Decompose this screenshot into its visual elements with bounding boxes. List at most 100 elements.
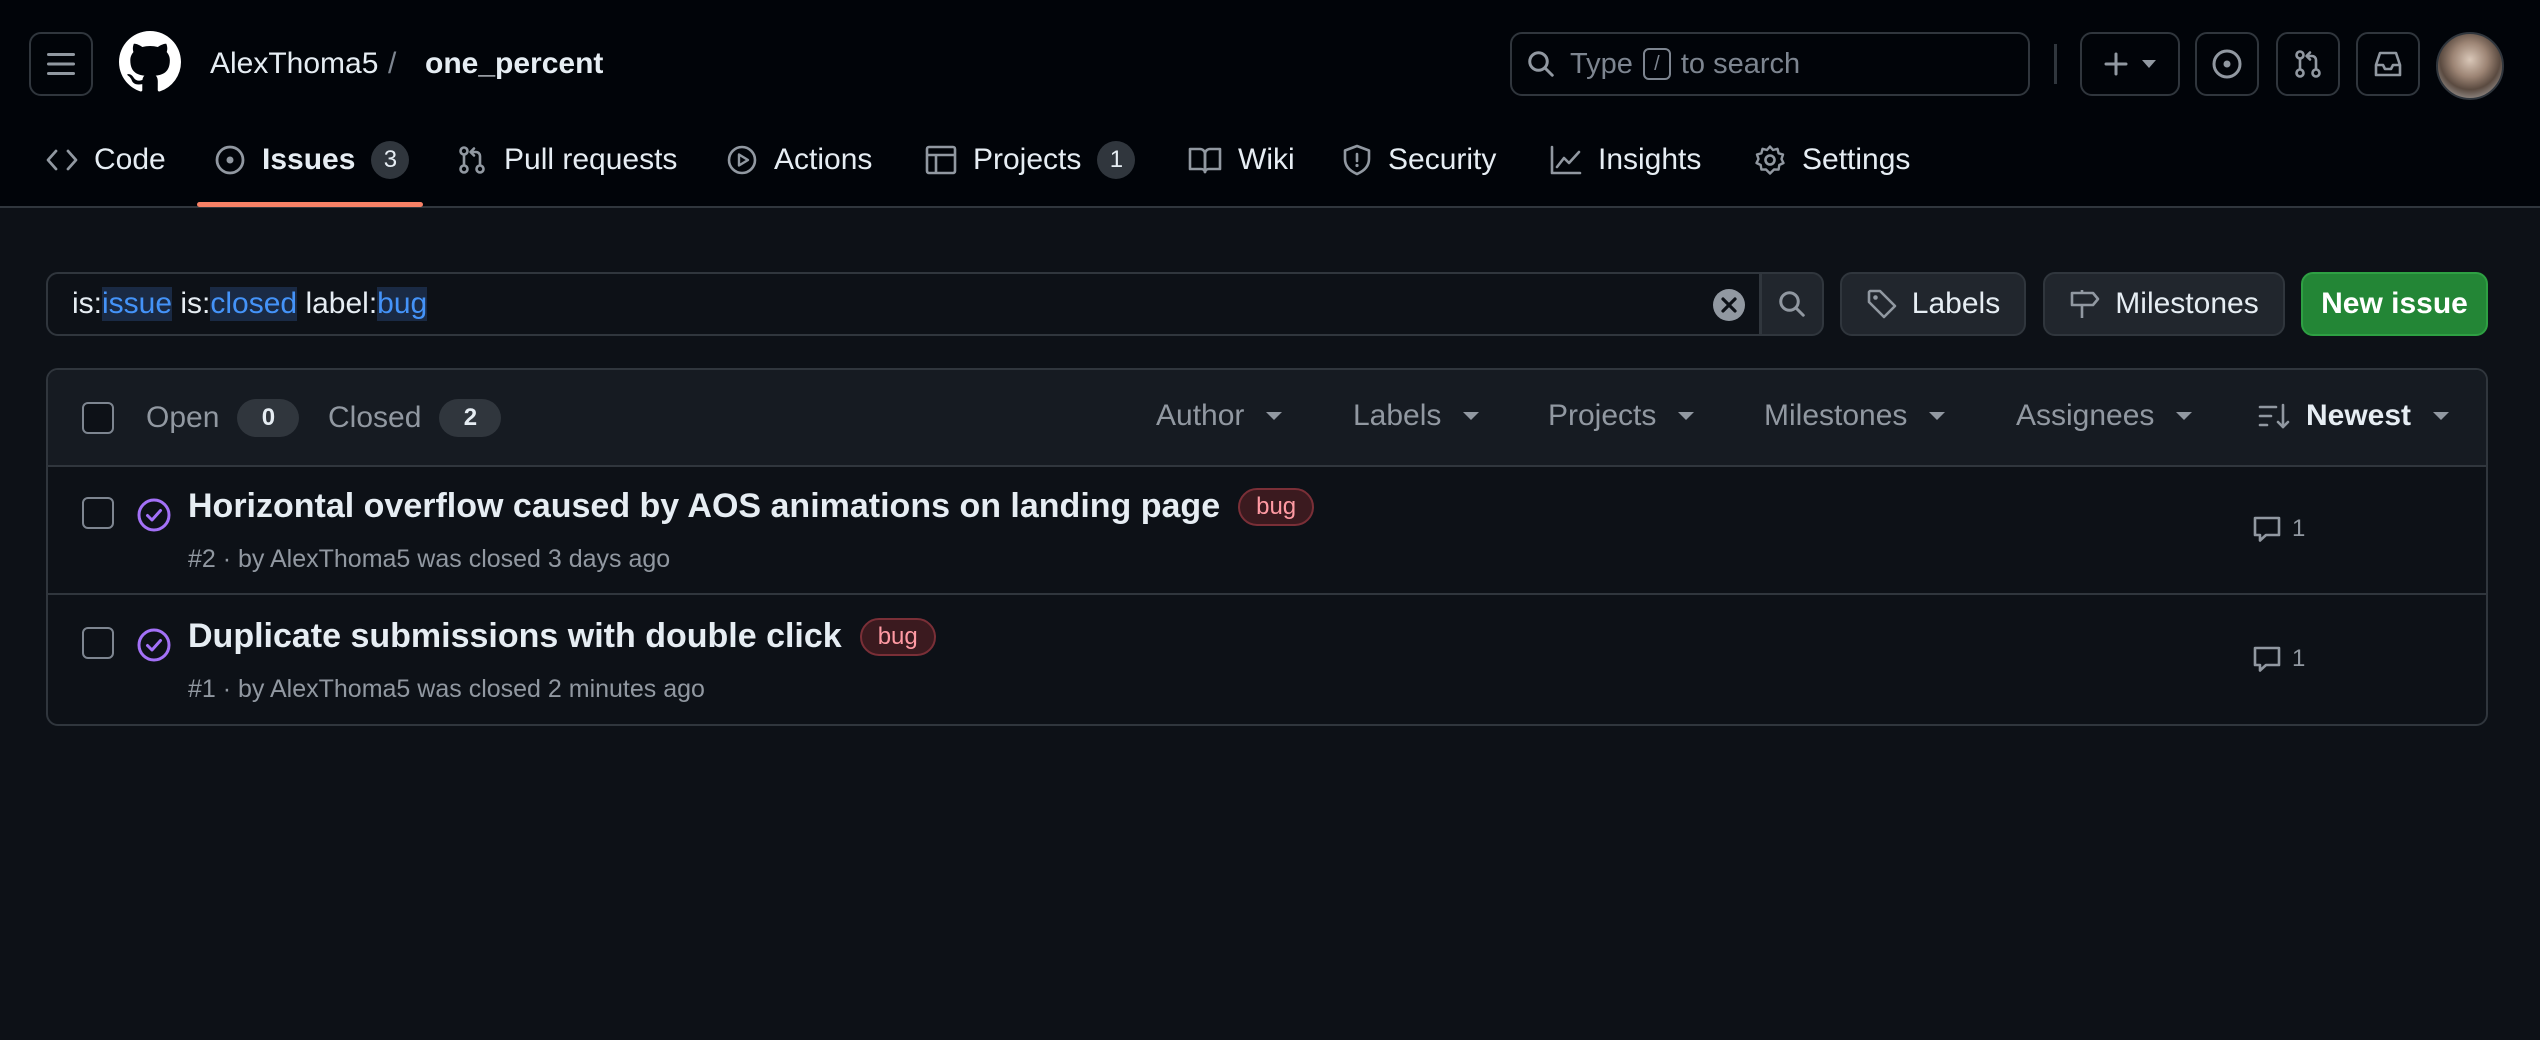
- closed-issues-toggle[interactable]: Closed 2: [328, 399, 502, 437]
- issue-row[interactable]: Duplicate submissions with double click …: [48, 597, 2486, 724]
- tab-issues[interactable]: Issues 3: [214, 138, 410, 182]
- caret-down-icon: [1266, 412, 1283, 420]
- caret-down-icon: [1929, 412, 1946, 420]
- comments-link[interactable]: 1: [2252, 645, 2305, 673]
- author-filter-label: Author: [1156, 399, 1245, 432]
- breadcrumb-repo[interactable]: one_percent: [425, 44, 603, 84]
- issue-filter-input[interactable]: is: issue is: closed label: bug: [46, 272, 1761, 336]
- tab-wiki[interactable]: Wiki: [1188, 138, 1295, 182]
- open-label: Open: [146, 401, 220, 434]
- tab-settings[interactable]: Settings: [1754, 138, 1910, 182]
- tab-wiki-label: Wiki: [1238, 143, 1295, 176]
- milestones-filter-dropdown[interactable]: Milestones: [1764, 399, 1946, 433]
- issue-row[interactable]: Horizontal overflow caused by AOS animat…: [48, 467, 2486, 595]
- gear-icon: [1755, 145, 1785, 175]
- issue-open-icon: [215, 145, 245, 175]
- tab-code-label: Code: [94, 143, 166, 176]
- tag-icon: [1867, 289, 1897, 319]
- search-icon: [1528, 51, 1554, 77]
- your-pull-requests-button[interactable]: [2276, 32, 2340, 96]
- caret-down-icon: [1678, 412, 1695, 420]
- filter-token-key: is:: [72, 287, 102, 320]
- filter-search-button[interactable]: [1760, 272, 1824, 336]
- plus-icon: [2104, 52, 2128, 76]
- global-search-input[interactable]: Type / to search: [1510, 32, 2030, 96]
- tab-projects[interactable]: Projects 1: [925, 138, 1136, 182]
- notifications-button[interactable]: [2356, 32, 2420, 96]
- shield-icon: [1343, 144, 1371, 176]
- milestone-icon: [2070, 290, 2100, 318]
- tab-pull-requests[interactable]: Pull requests: [456, 138, 677, 182]
- filter-token-key: label:: [305, 287, 378, 320]
- closed-label: Closed: [328, 401, 422, 434]
- sort-label: Newest: [2306, 399, 2412, 432]
- issue-meta: #1 · by AlexThoma5 was closed 2 minutes …: [188, 675, 705, 703]
- milestones-filter-label: Milestones: [1764, 399, 1908, 432]
- comments-link[interactable]: 1: [2252, 515, 2305, 543]
- new-issue-button[interactable]: New issue: [2301, 272, 2488, 336]
- book-icon: [1188, 147, 1222, 174]
- open-issues-toggle[interactable]: Open 0: [146, 399, 300, 437]
- search-placeholder-suffix: to search: [1680, 47, 1801, 80]
- pull-request-icon: [2295, 50, 2321, 78]
- issue-title[interactable]: Duplicate submissions with double click …: [188, 617, 936, 656]
- active-tab-indicator: [197, 202, 423, 207]
- filter-token-value: closed: [210, 287, 298, 321]
- filter-token-value: bug: [377, 287, 428, 321]
- tab-issues-label: Issues: [262, 143, 356, 176]
- tab-security[interactable]: Security: [1342, 138, 1496, 182]
- hamburger-icon: [47, 53, 75, 75]
- issue-meta: #2 · by AlexThoma5 was closed 3 days ago: [188, 545, 671, 573]
- issue-checkbox[interactable]: [82, 627, 114, 659]
- clear-filter-icon[interactable]: [1712, 288, 1746, 322]
- create-new-button[interactable]: [2080, 32, 2180, 96]
- issue-title[interactable]: Horizontal overflow caused by AOS animat…: [188, 487, 1315, 526]
- tab-actions-label: Actions: [774, 143, 873, 176]
- tab-settings-label: Settings: [1802, 143, 1911, 176]
- pull-request-icon: [459, 146, 485, 174]
- assignees-filter-label: Assignees: [2016, 399, 2155, 432]
- tab-insights[interactable]: Insights: [1550, 138, 1701, 182]
- play-icon: [727, 145, 757, 175]
- label-badge[interactable]: bug: [1238, 487, 1315, 526]
- issue-closed-icon: [137, 628, 171, 662]
- issue-closed-icon: [137, 498, 171, 532]
- tab-code[interactable]: Code: [46, 138, 166, 182]
- tab-actions[interactable]: Actions: [726, 138, 872, 182]
- issue-title-text[interactable]: Duplicate submissions with double click: [188, 617, 842, 656]
- comment-count: 1: [2292, 515, 2306, 542]
- comment-icon: [2253, 516, 2281, 542]
- milestones-button[interactable]: Milestones: [2043, 272, 2285, 336]
- table-icon: [925, 145, 957, 175]
- your-issues-button[interactable]: [2195, 32, 2259, 96]
- labels-filter-label: Labels: [1353, 399, 1442, 432]
- sort-dropdown[interactable]: Newest: [2258, 399, 2450, 433]
- issues-list-header: Open 0 Closed 2 Author Labels Projects M…: [48, 370, 2486, 467]
- user-avatar[interactable]: [2436, 32, 2504, 100]
- search-icon: [1779, 291, 1805, 317]
- tab-insights-label: Insights: [1598, 143, 1702, 176]
- label-badge[interactable]: bug: [859, 617, 936, 656]
- github-logo-icon[interactable]: [119, 31, 181, 93]
- caret-down-icon: [2176, 412, 2193, 420]
- breadcrumb-owner[interactable]: AlexThoma5: [210, 44, 378, 84]
- issue-open-icon: [2212, 49, 2242, 79]
- tab-projects-label: Projects: [973, 143, 1082, 176]
- labels-button[interactable]: Labels: [1840, 272, 2026, 336]
- search-placeholder-prefix: Type: [1570, 47, 1633, 80]
- closed-count: 2: [439, 399, 502, 437]
- labels-filter-dropdown[interactable]: Labels: [1353, 399, 1480, 433]
- issue-checkbox[interactable]: [82, 497, 114, 529]
- author-filter-dropdown[interactable]: Author: [1156, 399, 1283, 433]
- tab-projects-count: 1: [1097, 141, 1136, 179]
- projects-filter-dropdown[interactable]: Projects: [1548, 399, 1695, 433]
- assignees-filter-dropdown[interactable]: Assignees: [2016, 399, 2193, 433]
- tab-security-label: Security: [1388, 143, 1497, 176]
- issue-title-text[interactable]: Horizontal overflow caused by AOS animat…: [188, 487, 1220, 526]
- open-count: 0: [237, 399, 300, 437]
- caret-down-icon: [2142, 60, 2156, 68]
- menu-button[interactable]: [29, 32, 93, 96]
- comment-icon: [2253, 646, 2281, 672]
- caret-down-icon: [2433, 412, 2450, 420]
- select-all-checkbox[interactable]: [82, 402, 114, 434]
